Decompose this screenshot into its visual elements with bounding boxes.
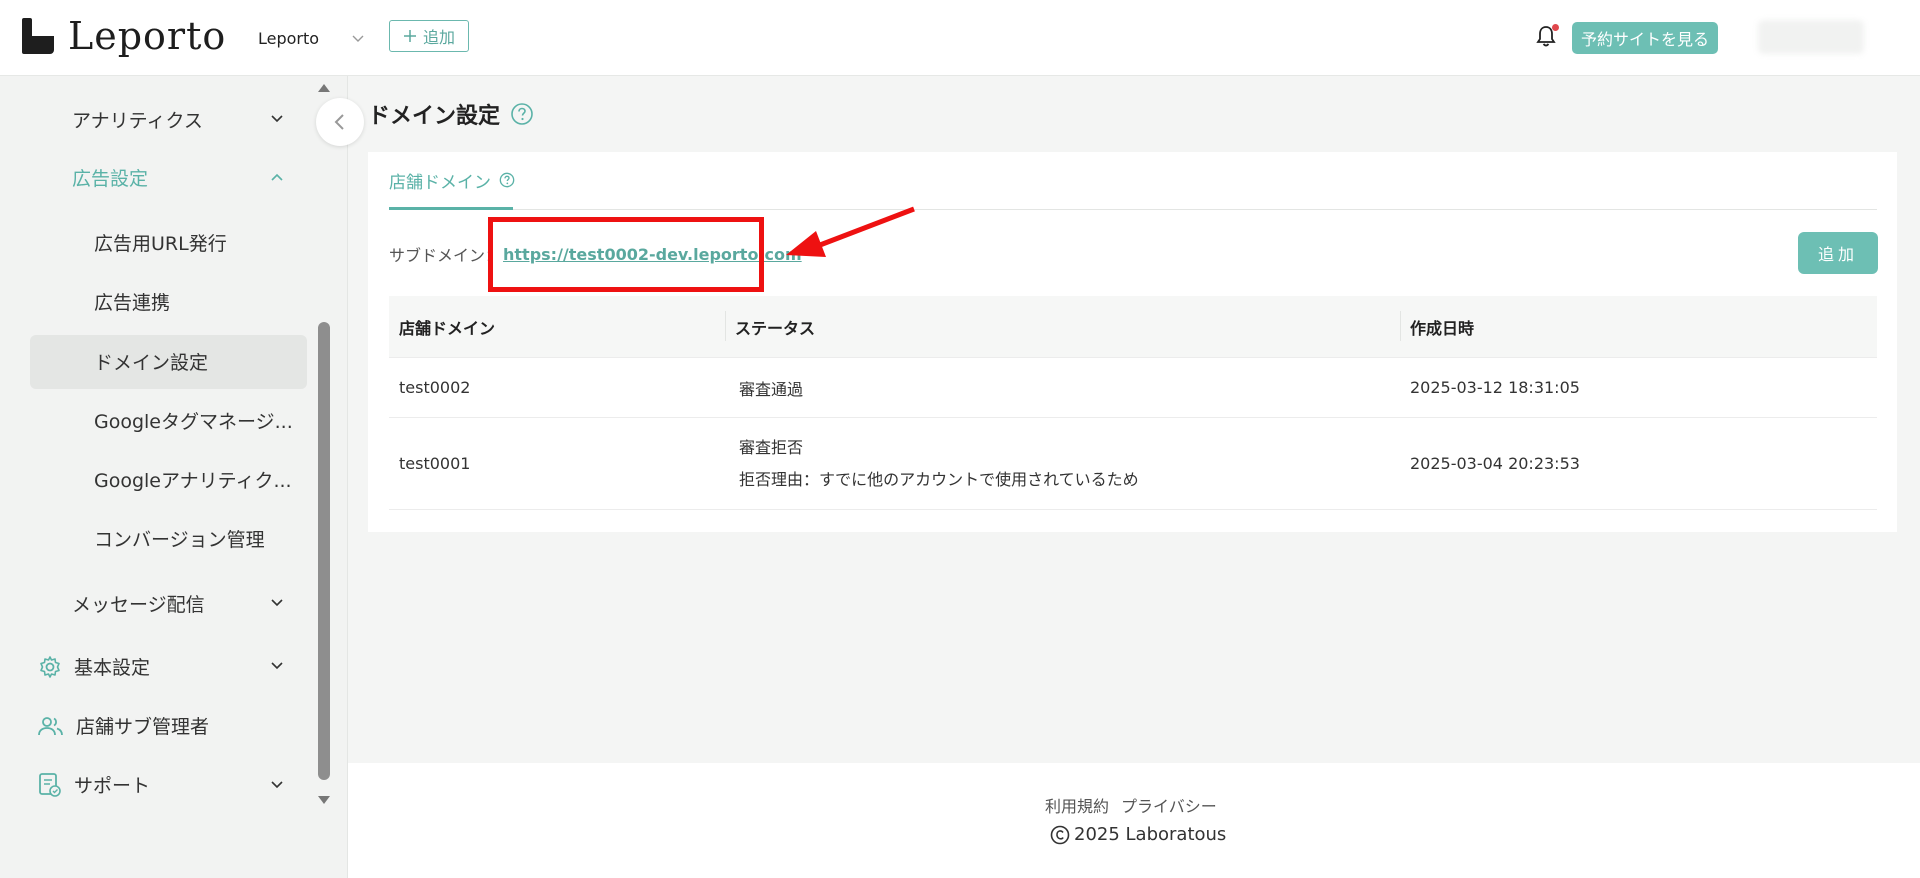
copyright-text: 2025 Laboratous	[1074, 824, 1227, 845]
chevron-down-icon	[352, 35, 364, 42]
gear-icon	[40, 655, 60, 678]
copyright: 2025 Laboratous	[1050, 824, 1226, 845]
domain-table: 店舗ドメイン ステータス 作成日時 test0002 審査通過 2025-03-…	[389, 296, 1877, 510]
notification-bell-icon[interactable]	[1535, 24, 1559, 50]
tab-active-indicator	[389, 207, 513, 210]
sidebar-item-basic-settings[interactable]: 基本設定	[38, 653, 292, 680]
scroll-up-arrow-icon[interactable]	[316, 81, 332, 95]
sidebar-item-conversion[interactable]: コンバージョン管理	[94, 525, 265, 552]
cell-created: 2025-03-04 20:23:53	[1410, 454, 1580, 473]
sidebar-item-label: 広告設定	[72, 168, 149, 190]
status-reason: 拒否理由：すでに他のアカウントで使用されているため	[739, 469, 1139, 489]
footer-links: 利用規約 プライバシー	[1045, 793, 1217, 817]
annotation-arrow-icon	[786, 206, 915, 257]
add-domain-button[interactable]: 追加	[1798, 232, 1878, 274]
cell-status: 審査通過	[739, 379, 804, 399]
sidebar-item-label: 広告用URL発行	[94, 233, 227, 255]
sidebar-scrollbar-thumb[interactable]	[318, 322, 330, 780]
sidebar-item-label: Googleタグマネージ...	[94, 411, 293, 433]
help-icon[interactable]	[499, 172, 515, 188]
sidebar-item-analytics[interactable]: アナリティクス	[72, 106, 292, 133]
tab-label: 店舗ドメイン	[389, 173, 491, 193]
sidebar-item-ad-integration[interactable]: 広告連携	[94, 288, 170, 315]
logo-text: Leporto	[68, 14, 227, 58]
chevron-up-icon	[271, 173, 283, 181]
sidebar-item-label: メッセージ配信	[72, 594, 205, 616]
sidebar-item-message[interactable]: メッセージ配信	[72, 590, 292, 617]
column-header-status: ステータス	[725, 310, 1400, 341]
account-menu[interactable]	[1758, 20, 1864, 54]
sidebar-item-label: 基本設定	[74, 657, 151, 679]
cell-domain: test0002	[399, 378, 471, 397]
chevron-down-icon	[271, 115, 283, 123]
view-reservation-site-button[interactable]: 予約サイトを見る	[1572, 22, 1718, 54]
table-row: test0001 審査拒否 拒否理由：すでに他のアカウントで使用されているため …	[389, 418, 1877, 510]
privacy-link[interactable]: プライバシー	[1121, 793, 1217, 817]
sidebar-item-support[interactable]: サポート	[38, 771, 292, 798]
annotation-highlight-box	[488, 217, 764, 292]
store-select-value: Leporto	[258, 28, 320, 48]
help-icon[interactable]	[510, 102, 534, 126]
page-title-area: ドメイン設定	[368, 98, 534, 130]
subdomain-label: サブドメイン：	[389, 246, 502, 265]
table-row: test0002 審査通過 2025-03-12 18:31:05	[389, 358, 1877, 418]
cell-domain: test0001	[399, 454, 471, 473]
header-add-button[interactable]: 追加	[389, 20, 469, 52]
footer	[348, 763, 1920, 878]
sidebar: アナリティクス 広告設定 広告用URL発行 広告連携 ドメイン設定 Google…	[0, 76, 348, 878]
chevron-left-icon	[334, 114, 344, 130]
sidebar-item-label: Googleアナリティク...	[94, 470, 292, 492]
sidebar-item-label: コンバージョン管理	[94, 529, 265, 551]
sidebar-item-label: サポート	[74, 775, 151, 797]
sidebar-item-ad-url[interactable]: 広告用URL発行	[94, 229, 227, 256]
sidebar-item-domain-settings[interactable]: ドメイン設定	[94, 348, 208, 375]
logo[interactable]: Leporto	[20, 14, 226, 58]
chevron-down-icon	[271, 781, 283, 789]
copyright-icon	[1050, 825, 1070, 844]
terms-link[interactable]: 利用規約	[1045, 793, 1109, 817]
top-header: Leporto Leporto 追加 予約サイトを見る	[0, 0, 1920, 76]
sidebar-item-label: 店舗サブ管理者	[76, 716, 210, 738]
notification-dot	[1552, 24, 1559, 31]
store-select[interactable]: Leporto	[258, 24, 368, 52]
tab-divider	[389, 209, 1877, 210]
sidebar-item-sub-admin[interactable]: 店舗サブ管理者	[38, 712, 209, 739]
chevron-down-icon	[271, 599, 283, 607]
users-icon	[38, 716, 63, 735]
sidebar-item-label: アナリティクス	[72, 110, 203, 132]
header-add-label: 追加	[422, 28, 455, 47]
sidebar-collapse-button[interactable]	[316, 98, 364, 146]
sidebar-item-label: ドメイン設定	[94, 352, 209, 374]
sidebar-item-google-tag-manager[interactable]: Googleタグマネージ...	[94, 407, 293, 434]
cell-created: 2025-03-12 18:31:05	[1410, 378, 1580, 397]
column-header-created: 作成日時	[1400, 310, 1877, 341]
tab-store-domain[interactable]: 店舗ドメイン	[389, 168, 515, 210]
support-document-icon	[39, 772, 61, 797]
chevron-down-icon	[271, 662, 283, 670]
sidebar-item-ad-settings[interactable]: 広告設定	[72, 164, 292, 191]
logo-mark-icon	[20, 18, 56, 54]
column-header-domain: 店舗ドメイン	[399, 318, 496, 338]
plus-icon	[403, 30, 416, 42]
table-header: 店舗ドメイン ステータス 作成日時	[389, 296, 1877, 358]
cell-status: 審査拒否 拒否理由：すでに他のアカウントで使用されているため	[725, 432, 1400, 496]
scroll-down-arrow-icon[interactable]	[316, 793, 332, 807]
status-text: 審査拒否	[739, 437, 804, 457]
sidebar-item-google-analytics[interactable]: Googleアナリティク...	[94, 466, 292, 493]
sidebar-item-label: 広告連携	[94, 292, 171, 314]
page-title: ドメイン設定	[368, 104, 501, 129]
